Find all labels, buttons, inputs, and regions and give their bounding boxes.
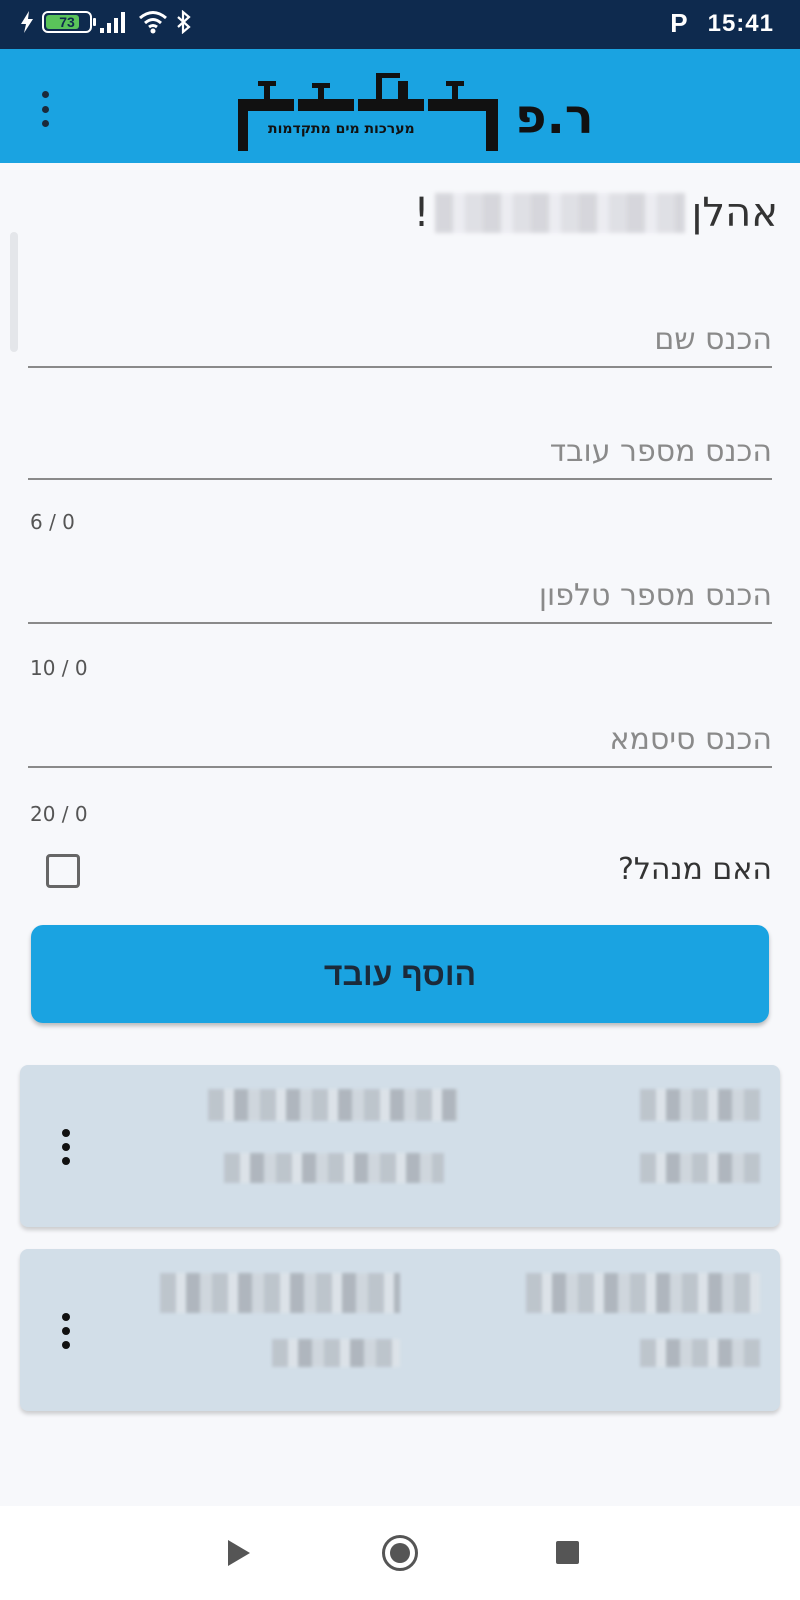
employee-name-blurred: [160, 1273, 400, 1313]
employee-card[interactable]: [20, 1249, 780, 1411]
employee-field-blurred: [526, 1273, 760, 1313]
greeting-prefix: אהלן: [691, 190, 778, 236]
back-icon[interactable]: [228, 1540, 250, 1566]
employee-card[interactable]: [20, 1065, 780, 1227]
greeting-suffix: !: [413, 190, 430, 236]
is-manager-row: האם מנהל?: [28, 848, 772, 896]
employee-field-blurred: [640, 1153, 760, 1183]
battery-icon: 73: [42, 11, 96, 33]
employee-number-counter: 6 / 0: [30, 510, 75, 534]
employee-field-blurred: [640, 1339, 760, 1367]
password-input[interactable]: [28, 712, 772, 766]
is-manager-checkbox[interactable]: [46, 854, 80, 888]
employee-number-input[interactable]: [28, 424, 772, 478]
employee-detail-blurred: [272, 1339, 400, 1367]
app-bar: מערכות מים מתקדמות ר.פ: [0, 49, 800, 163]
home-icon[interactable]: [382, 1535, 418, 1571]
status-bar: 73 P 15:41: [0, 0, 800, 49]
status-bar-left: 73: [20, 10, 192, 34]
wifi-icon: [139, 11, 167, 34]
password-counter: 20 / 0: [30, 802, 88, 826]
name-input[interactable]: [28, 312, 772, 366]
charging-bolt-icon: [21, 11, 33, 33]
battery-level: 73: [59, 14, 75, 30]
clock: 15:41: [707, 9, 774, 37]
is-manager-label: האם מנהל?: [617, 852, 772, 887]
employee-name-blurred: [208, 1089, 458, 1121]
parking-icon: P: [670, 8, 688, 38]
name-field[interactable]: [28, 312, 772, 368]
add-employee-button-label: הוסף עובד: [323, 955, 477, 992]
logo-subtitle: מערכות מים מתקדמות: [268, 121, 415, 137]
more-vert-icon[interactable]: [36, 91, 54, 127]
add-employee-button[interactable]: הוסף עובד: [31, 925, 769, 1023]
phone-input[interactable]: [28, 568, 772, 622]
greeting: אהלן !: [413, 190, 778, 236]
signal-icon: [100, 12, 125, 33]
user-name-blurred: [435, 193, 686, 233]
employee-number-field[interactable]: [28, 424, 772, 480]
status-bar-right: P 15:41: [670, 8, 774, 39]
logo-title: ר.פ: [515, 89, 594, 145]
more-vert-icon[interactable]: [60, 1313, 72, 1349]
employee-field-blurred: [640, 1089, 760, 1121]
scrollbar[interactable]: [10, 232, 18, 352]
system-nav-bar: [0, 1506, 800, 1600]
employee-detail-blurred: [224, 1153, 444, 1183]
more-vert-icon[interactable]: [60, 1129, 72, 1165]
password-field[interactable]: [28, 712, 772, 768]
phone-counter: 10 / 0: [30, 656, 88, 680]
bluetooth-icon: [177, 10, 191, 34]
recents-icon[interactable]: [556, 1541, 579, 1564]
phone-field[interactable]: [28, 568, 772, 624]
